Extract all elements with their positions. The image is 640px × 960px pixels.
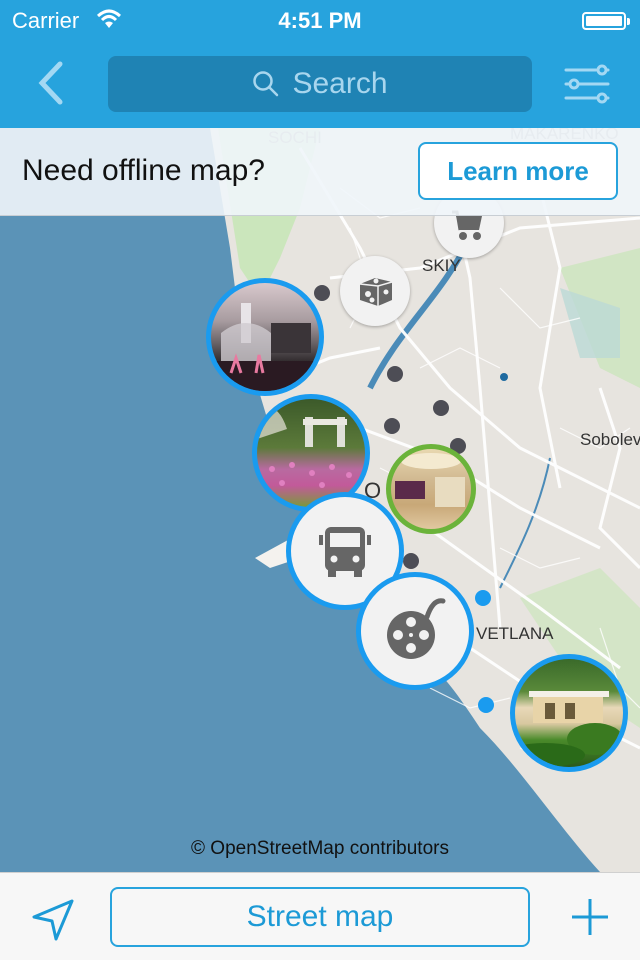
map-marker-photo-villa[interactable] xyxy=(510,654,628,772)
bottom-toolbar: Street map xyxy=(0,872,640,960)
garden-photo xyxy=(257,406,352,488)
villa-photo xyxy=(515,691,623,767)
location-arrow-icon[interactable] xyxy=(30,895,78,943)
map-marker-photo-hotel[interactable] xyxy=(386,444,476,534)
status-bar: Carrier 4:51 PM xyxy=(0,0,640,40)
map-marker-cheese[interactable] xyxy=(340,256,410,326)
map-view[interactable]: SOCHI MAKARENKO SKIY Sobolev VETLANA O xyxy=(0,128,640,872)
chevron-left-icon[interactable] xyxy=(30,58,74,108)
search-icon xyxy=(253,71,279,97)
battery-icon xyxy=(582,12,630,30)
sliders-icon[interactable] xyxy=(562,64,612,104)
map-dot[interactable] xyxy=(314,285,330,301)
map-attribution: © OpenStreetMap contributors xyxy=(191,838,449,859)
map-label-skiy: SKIY xyxy=(422,256,461,275)
learn-more-button[interactable]: Learn more xyxy=(418,142,618,200)
status-time: 4:51 PM xyxy=(278,8,362,33)
map-dot[interactable] xyxy=(387,366,403,382)
cheese-icon xyxy=(359,278,393,306)
map-dot[interactable] xyxy=(403,553,419,569)
navigation-bar: Search xyxy=(0,40,640,128)
map-marker-photo-fountain[interactable] xyxy=(206,278,324,396)
search-placeholder: Search xyxy=(292,67,388,100)
map-dot[interactable] xyxy=(478,697,494,713)
offline-map-message: Need offline map? xyxy=(22,154,265,187)
film-reel-icon xyxy=(387,598,446,659)
map-dot[interactable] xyxy=(475,590,491,606)
map-dot[interactable] xyxy=(384,418,400,434)
search-input[interactable]: Search xyxy=(108,56,532,112)
fountain-photo xyxy=(211,303,319,391)
map-dot[interactable] xyxy=(433,400,449,416)
map-label-vetlana: VETLANA xyxy=(476,624,554,643)
map-label-sobolev: Sobolev xyxy=(580,430,640,449)
map-dot[interactable] xyxy=(500,373,508,381)
plus-icon[interactable] xyxy=(568,895,612,939)
hotel-photo xyxy=(395,453,465,507)
map-type-button[interactable]: Street map xyxy=(110,887,530,947)
map-marker-cinema[interactable] xyxy=(356,572,474,690)
offline-map-banner: Need offline map? Learn more xyxy=(0,128,640,216)
